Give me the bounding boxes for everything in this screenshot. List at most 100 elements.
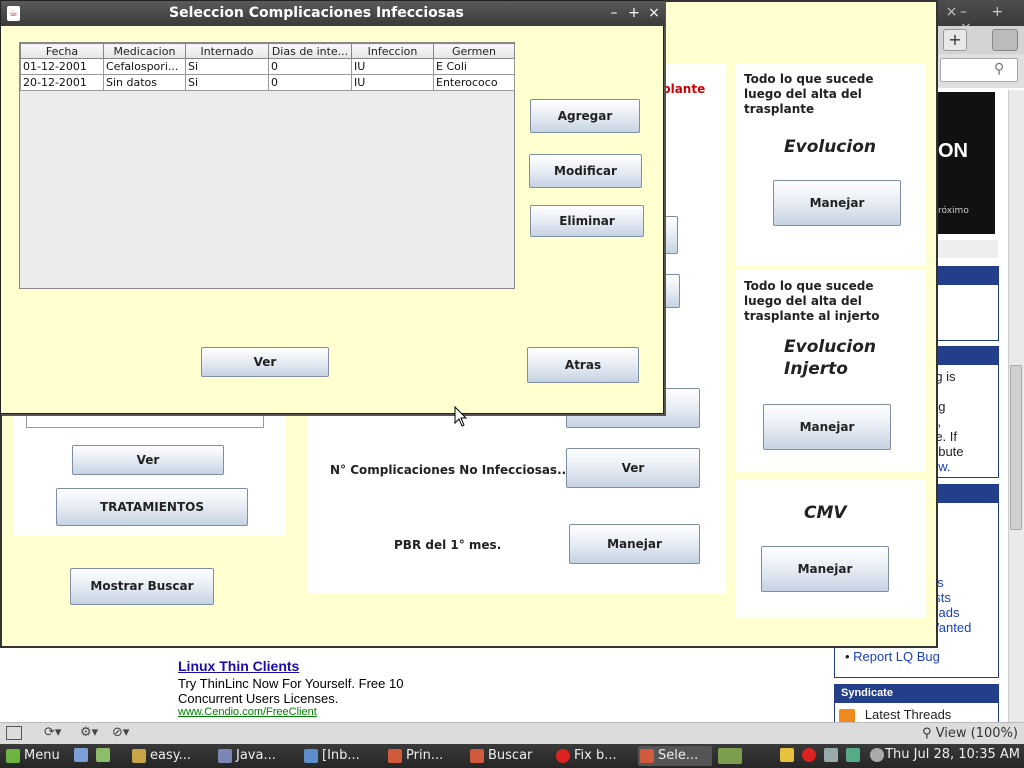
agregar-button[interactable]: Agregar: [530, 99, 640, 133]
column-header-germen[interactable]: Germen: [433, 43, 515, 59]
mostrar-buscar-button[interactable]: Mostrar Buscar: [70, 568, 214, 605]
sync-icon[interactable]: ⟳▾: [44, 725, 61, 740]
mail-icon: [304, 749, 318, 763]
taskbar-item-easy[interactable]: easy...: [130, 746, 206, 766]
update-icon[interactable]: [846, 748, 860, 762]
cmv-title: CMV: [804, 503, 847, 523]
column-header-internado[interactable]: Internado: [185, 43, 269, 59]
cell-dias[interactable]: 0: [268, 74, 352, 91]
java-app-icon: [388, 749, 402, 763]
pbr-label: PBR del 1° mes.: [394, 538, 502, 552]
column-header-medicacion[interactable]: Medicacion: [103, 43, 186, 59]
evolucion-injerto-title: Evolucion Injerto: [784, 337, 876, 379]
scrollbar-thumb[interactable]: [1010, 365, 1022, 530]
close-icon[interactable]: ×: [644, 5, 664, 21]
network-icon[interactable]: ⚙▾: [80, 725, 98, 740]
left-ver-button[interactable]: Ver: [72, 445, 224, 475]
opera-tray-icon[interactable]: [802, 748, 816, 762]
modificar-button[interactable]: Modificar: [529, 154, 642, 188]
terminal-launcher-icon[interactable]: [96, 748, 110, 762]
column-header-infeccion[interactable]: Infeccion: [351, 43, 434, 59]
search-input[interactable]: [940, 58, 1018, 82]
workspace-switcher[interactable]: [718, 748, 742, 764]
cell-dias[interactable]: 0: [268, 58, 352, 75]
cell-internado[interactable]: Si: [185, 58, 269, 75]
taskbar-item-fix[interactable]: Fix b...: [554, 746, 630, 766]
rss-icon: [839, 708, 855, 723]
tratamientos-button[interactable]: TRATAMIENTOS: [56, 488, 248, 526]
pbr-manejar-button[interactable]: Manejar: [569, 524, 700, 564]
dialog-titlebar[interactable]: ☕ Seleccion Complicaciones Infecciosas –…: [1, 1, 665, 26]
table-row[interactable]: 01-12-2001 Cefalospori... Si 0 IU E Coli: [20, 58, 515, 75]
transplant-red-label: plante: [662, 82, 706, 96]
table-header-row: Fecha Medicacion Internado Dias de inte.…: [20, 43, 515, 59]
cell-medicacion[interactable]: Cefalospori...: [103, 58, 186, 75]
left-text-field[interactable]: [26, 412, 264, 428]
cell-fecha[interactable]: 20-12-2001: [20, 74, 104, 91]
status-bar: ⟳▾ ⚙▾ ⊘▾ ⚲ View (100%): [0, 722, 1024, 744]
atras-button[interactable]: Atras: [527, 347, 639, 383]
ver-button[interactable]: Ver: [201, 347, 329, 377]
evolucion-injerto-manejar-button[interactable]: Manejar: [763, 404, 891, 450]
java-app-icon: [640, 749, 654, 763]
taskbar: Menu easy... Java... [Inb... Prin... Bus…: [0, 744, 1024, 768]
block-icon[interactable]: ⊘▾: [112, 725, 129, 740]
mint-logo-icon: [6, 749, 20, 763]
complicaciones-table[interactable]: Fecha Medicacion Internado Dias de inte.…: [19, 42, 515, 289]
notes-icon[interactable]: [780, 748, 794, 762]
latest-threads-item[interactable]: Latest Threads: [839, 707, 951, 723]
menu-button[interactable]: Menu: [4, 746, 74, 766]
evolucion-title: Evolucion: [784, 137, 876, 157]
ad-url-link[interactable]: www.Cendio.com/FreeClient: [178, 706, 418, 718]
ad-brand: ON: [938, 140, 968, 162]
ad-next-label: róximo: [938, 206, 969, 216]
shield-icon[interactable]: [824, 748, 838, 762]
cell-internado[interactable]: Si: [185, 74, 269, 91]
eliminar-button[interactable]: Eliminar: [530, 205, 644, 237]
column-header-fecha[interactable]: Fecha: [20, 43, 104, 59]
cell-germen[interactable]: Enterococo: [433, 74, 515, 91]
dialog-title: Seleccion Complicaciones Infecciosas: [169, 5, 464, 21]
folder-icon: [132, 749, 146, 763]
addon-bar-icon[interactable]: [6, 726, 22, 740]
cell-medicacion[interactable]: Sin datos: [103, 74, 186, 91]
lq-syndicate-box: Syndicate Latest Threads: [834, 684, 999, 724]
opera-icon: [556, 749, 570, 763]
clock[interactable]: Thu Jul 28, 10:35 AM: [885, 747, 1020, 762]
taskbar-item-seleccion[interactable]: Sele...: [638, 746, 712, 766]
taskbar-item-prin[interactable]: Prin...: [386, 746, 462, 766]
tab-groups-button[interactable]: [992, 29, 1018, 51]
cell-germen[interactable]: E Coli: [433, 58, 515, 75]
eclipse-icon: [218, 749, 232, 763]
ad-title-link[interactable]: Linux Thin Clients: [178, 658, 418, 674]
taskbar-item-buscar[interactable]: Buscar: [468, 746, 548, 766]
cmv-manejar-button[interactable]: Manejar: [761, 546, 889, 592]
cell-infeccion[interactable]: IU: [351, 74, 434, 91]
report-bug-item: • Report LQ Bug: [845, 649, 940, 664]
table-row[interactable]: 20-12-2001 Sin datos Si 0 IU Enterococo: [20, 74, 515, 91]
report-bug-link[interactable]: Report LQ Bug: [853, 649, 940, 664]
column-header-dias-internacion[interactable]: Dias de inte...: [268, 43, 352, 59]
zoom-level[interactable]: ⚲ View (100%): [922, 726, 1018, 741]
show-desktop-icon[interactable]: [74, 748, 88, 762]
cell-fecha[interactable]: 01-12-2001: [20, 58, 104, 75]
no-infecciosas-label: N° Complicaciones No Infecciosas...: [330, 463, 571, 477]
mouse-cursor-icon: [454, 406, 468, 427]
evolucion-manejar-button[interactable]: Manejar: [773, 180, 901, 226]
ad-strip: [938, 240, 998, 258]
search-icon[interactable]: ⚲: [994, 61, 1004, 77]
volume-icon[interactable]: [870, 748, 884, 762]
maximize-icon[interactable]: +: [624, 5, 644, 21]
evolucion-description: Todo lo que sucede luego del alta del tr…: [744, 72, 874, 116]
latest-threads-link[interactable]: Latest Threads: [865, 707, 951, 722]
dark-ad-banner[interactable]: ON róximo: [938, 92, 995, 234]
java-app-icon: [470, 749, 484, 763]
evolucion-injerto-description: Todo lo que sucede luego del alta del tr…: [744, 279, 880, 323]
taskbar-item-java[interactable]: Java...: [216, 746, 292, 766]
no-infecciosas-ver-button[interactable]: Ver: [566, 448, 700, 488]
cell-infeccion[interactable]: IU: [351, 58, 434, 75]
new-tab-button[interactable]: +: [943, 29, 967, 51]
minimize-icon[interactable]: –: [604, 5, 624, 21]
syndicate-header: Syndicate: [835, 685, 998, 703]
taskbar-item-inbox[interactable]: [Inb...: [302, 746, 378, 766]
